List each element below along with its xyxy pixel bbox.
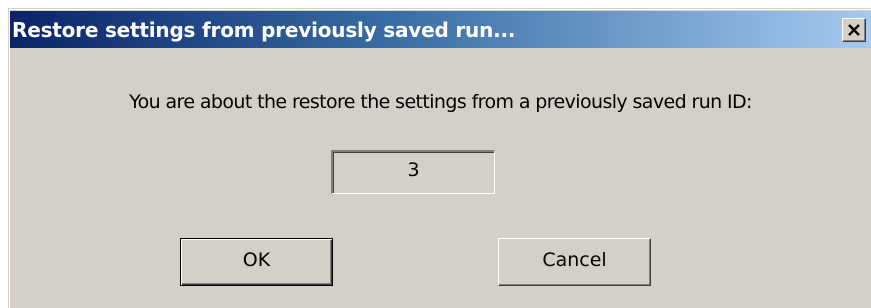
ok-button[interactable]: OK (180, 238, 333, 286)
restore-message: You are about the restore the settings f… (129, 91, 752, 113)
dialog-title: Restore settings from previously saved r… (12, 18, 516, 42)
close-button[interactable] (842, 18, 866, 42)
run-id-field: 3 (331, 150, 495, 194)
title-bar[interactable]: Restore settings from previously saved r… (10, 11, 871, 48)
close-icon (848, 24, 860, 36)
cancel-button[interactable]: Cancel (498, 238, 651, 286)
restore-settings-dialog: Restore settings from previously saved r… (8, 8, 871, 308)
